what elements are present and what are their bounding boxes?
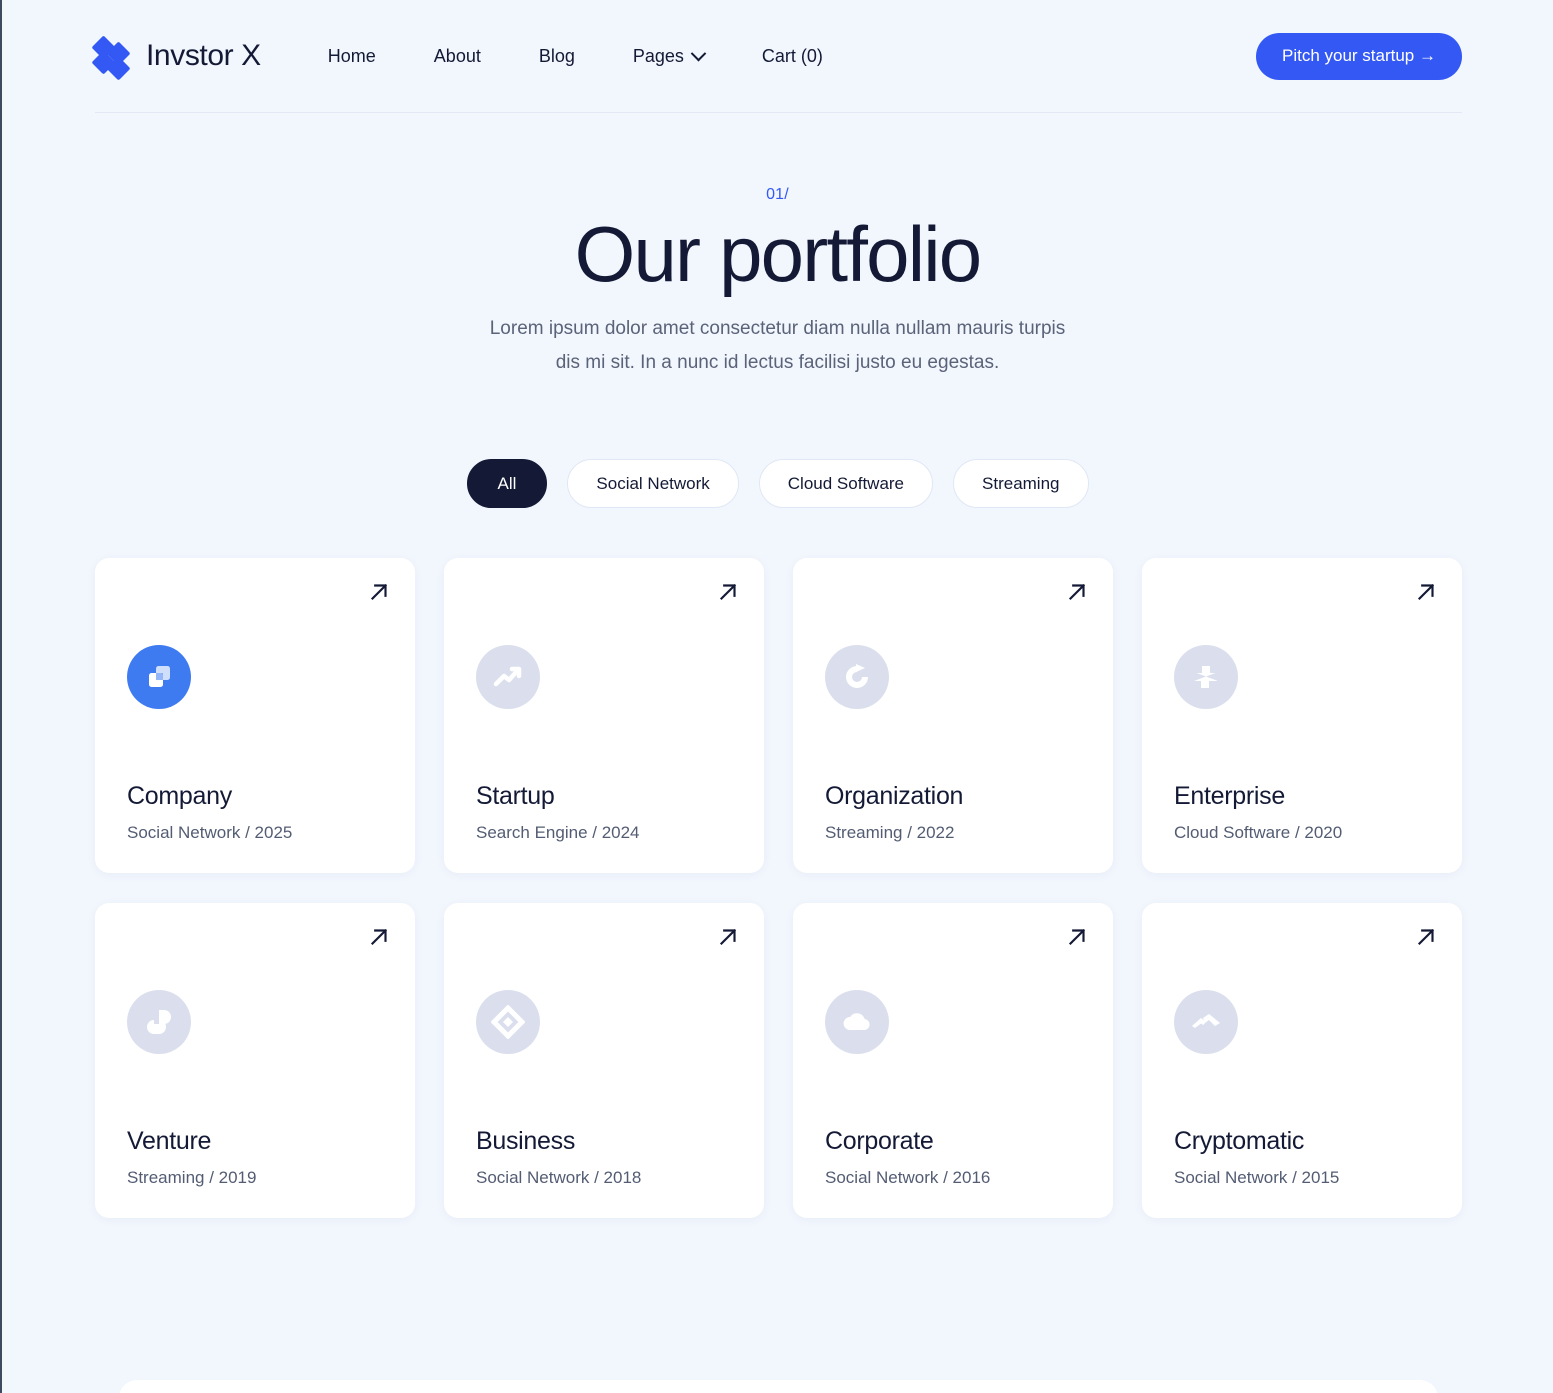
diamond-cluster-icon — [91, 35, 133, 81]
trending-up-icon — [476, 645, 540, 709]
footer-panel — [119, 1380, 1438, 1393]
portfolio-card-title: Business — [476, 1127, 576, 1155]
portfolio-card-meta: Social Network / 2018 — [476, 1168, 642, 1187]
arrow-up-right-icon[interactable] — [715, 924, 741, 950]
nav-link-about-label: About — [433, 45, 481, 66]
cloud-icon — [825, 990, 889, 1054]
portfolio-card[interactable]: Startup Search Engine / 2024 — [444, 558, 764, 873]
arrow-up-right-icon[interactable] — [366, 579, 392, 605]
portfolio-card-meta: Streaming / 2019 — [127, 1168, 257, 1187]
portfolio-card-title: Corporate — [825, 1127, 934, 1155]
portfolio-card[interactable]: Corporate Social Network / 2016 — [793, 903, 1113, 1218]
portfolio-card-title: Organization — [825, 782, 964, 810]
portfolio-card[interactable]: Venture Streaming / 2019 — [95, 903, 415, 1218]
refresh-circle-icon — [825, 645, 889, 709]
nav-link-pages-label: Pages — [632, 45, 684, 66]
arrow-up-right-icon[interactable] — [1064, 924, 1090, 950]
portfolio-card-meta: Social Network / 2025 — [127, 823, 293, 842]
page-subtitle: Lorem ipsum dolor amet consectetur diam … — [489, 318, 1066, 373]
portfolio-page: Invstor X Home About Blog Pages Cart (0)… — [0, 0, 1553, 1393]
nav-link-about[interactable]: About — [405, 38, 510, 75]
filter-social-network[interactable]: Social Network — [567, 459, 739, 508]
filter-cloud-software[interactable]: Cloud Software — [758, 459, 934, 508]
portfolio-card-title: Enterprise — [1174, 782, 1285, 810]
nav-link-home-label: Home — [327, 45, 376, 66]
double-chevron-up-icon — [1174, 990, 1238, 1054]
arrow-up-right-icon[interactable] — [366, 924, 392, 950]
filter-all[interactable]: All — [466, 459, 548, 508]
brand-logo[interactable]: Invstor X — [91, 35, 261, 81]
portfolio-card[interactable]: Organization Streaming / 2022 — [793, 558, 1113, 873]
portfolio-card-title: Venture — [127, 1127, 212, 1155]
arrow-up-right-icon[interactable] — [715, 579, 741, 605]
arrow-up-right-icon[interactable] — [1413, 924, 1439, 950]
pitch-your-startup-button[interactable]: Pitch your startup → — [1255, 32, 1462, 80]
top-navigation-bar: Invstor X Home About Blog Pages Cart (0)… — [91, 0, 1462, 113]
interlock-loop-icon — [127, 990, 191, 1054]
category-filter-bar: All Social Network Cloud Software Stream… — [2, 459, 1553, 508]
portfolio-card-meta: Search Engine / 2024 — [476, 823, 640, 842]
portfolio-card-meta: Social Network / 2016 — [825, 1168, 991, 1187]
arrow-up-right-icon[interactable] — [1413, 579, 1439, 605]
portfolio-card-meta: Social Network / 2015 — [1174, 1168, 1340, 1187]
nav-link-blog-label: Blog — [538, 45, 575, 66]
portfolio-card-title: Cryptomatic — [1174, 1127, 1305, 1155]
hero-section: 01/ Our portfolio Lorem ipsum dolor amet… — [2, 186, 1553, 380]
section-number: 01/ — [766, 186, 789, 203]
brand-name: Invstor X — [146, 39, 261, 72]
portfolio-card[interactable]: Cryptomatic Social Network / 2015 — [1142, 903, 1462, 1218]
portfolio-card-meta: Cloud Software / 2020 — [1174, 823, 1343, 842]
nav-link-cart-label: Cart (0) — [761, 45, 823, 66]
diamond-outline-icon — [476, 990, 540, 1054]
portfolio-card[interactable]: Company Social Network / 2025 — [95, 558, 415, 873]
nav-link-blog[interactable]: Blog — [510, 38, 604, 75]
chevron-down-icon — [690, 45, 707, 61]
portfolio-card-meta: Streaming / 2022 — [825, 823, 955, 842]
zigzag-cross-icon — [1174, 645, 1238, 709]
portfolio-card[interactable]: Business Social Network / 2018 — [444, 903, 764, 1218]
nav-link-cart[interactable]: Cart (0) — [733, 38, 852, 75]
arrow-up-right-icon[interactable] — [1064, 579, 1090, 605]
nav-link-home[interactable]: Home — [299, 38, 405, 75]
nav-link-pages[interactable]: Pages — [604, 38, 733, 75]
portfolio-card-title: Startup — [476, 782, 555, 810]
filter-streaming[interactable]: Streaming — [953, 459, 1089, 508]
overlapping-squares-icon — [127, 645, 191, 709]
portfolio-card[interactable]: Enterprise Cloud Software / 2020 — [1142, 558, 1462, 873]
portfolio-card-title: Company — [127, 782, 232, 810]
page-title: Our portfolio — [574, 210, 983, 298]
nav-link-list: Home About Blog Pages Cart (0) — [299, 38, 852, 75]
portfolio-grid: Company Social Network / 2025 Startup Se… — [95, 558, 1462, 1218]
